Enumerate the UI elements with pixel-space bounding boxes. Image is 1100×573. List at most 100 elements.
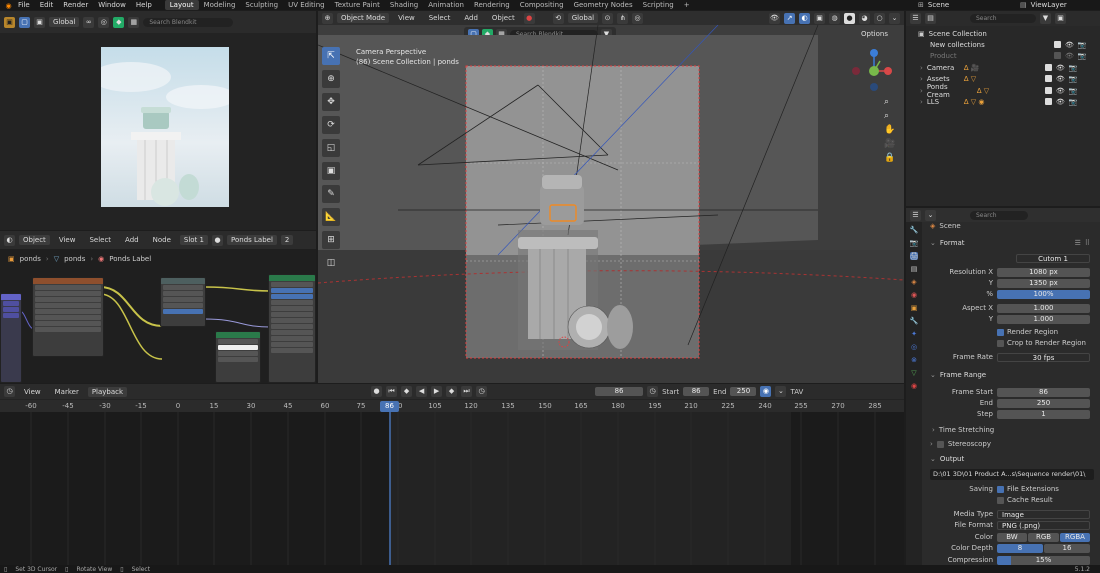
tab-modeling[interactable]: Modeling — [199, 0, 241, 10]
viewport-menu-view[interactable]: View — [393, 13, 420, 23]
tab-uv-editing[interactable]: UV Editing — [283, 0, 330, 10]
tab-texture-paint[interactable]: Texture Paint — [330, 0, 385, 10]
lock-icon[interactable]: 🔒 — [884, 153, 895, 163]
render-region-checkbox[interactable]: Render Region — [997, 328, 1058, 336]
checkbox-icon[interactable] — [1054, 52, 1061, 59]
node-image-texture[interactable] — [32, 277, 104, 357]
camera-icon[interactable]: 📷 — [1069, 64, 1078, 72]
keyframe-type-icon[interactable]: ⌄ — [775, 386, 787, 397]
jump-start-icon[interactable]: ⏮ — [386, 386, 398, 397]
timeline-editor-icon[interactable]: ◷ — [4, 386, 15, 397]
breadcrumb-material[interactable]: Ponds Label — [109, 255, 151, 263]
eye-icon[interactable]: 👁 — [1056, 87, 1065, 95]
frame-step-field[interactable]: 1 — [997, 410, 1090, 419]
color-bw-option[interactable]: BW — [997, 533, 1027, 542]
viewport-menu-object[interactable]: Object — [487, 13, 520, 23]
tab-sculpting[interactable]: Sculpting — [240, 0, 283, 10]
object-tab-icon[interactable]: ▣ — [911, 304, 918, 312]
transform-orientation-dropdown[interactable]: Global — [49, 17, 80, 27]
auto-key-icon[interactable]: ● — [371, 386, 383, 397]
format-preset-dropdown[interactable]: Cutom 1 — [1016, 254, 1090, 263]
checkbox-icon[interactable] — [936, 440, 944, 448]
viewport-menu-select[interactable]: Select — [424, 13, 456, 23]
asset-type-icon[interactable]: ▦ — [128, 16, 140, 28]
tool-tab-icon[interactable]: 🔧 — [910, 226, 919, 234]
properties-icon[interactable]: ☰ — [910, 209, 921, 221]
checkbox-icon[interactable] — [1044, 87, 1052, 94]
3d-viewport[interactable]: ⊕ Object Mode View Select Add Object ● ⟲… — [318, 11, 904, 383]
file-format-dropdown[interactable]: PNG (.png) — [997, 521, 1090, 530]
tab-animation[interactable]: Animation — [423, 0, 469, 10]
shading-options-icon[interactable]: ⌄ — [889, 12, 900, 24]
zoom-icon[interactable]: ⌕ — [884, 97, 895, 107]
chevron-right-icon[interactable]: › — [920, 87, 923, 95]
breadcrumb-object[interactable]: ponds — [20, 255, 41, 263]
node-mix-shader[interactable] — [215, 331, 261, 383]
object-mode-dropdown[interactable]: Object Mode — [337, 13, 390, 23]
crop-region-checkbox[interactable]: Crop to Render Region — [997, 339, 1086, 347]
eye-icon[interactable]: 👁 — [1065, 52, 1074, 60]
xray-icon[interactable]: ▣ — [814, 12, 825, 24]
node-menu-add[interactable]: Add — [120, 235, 144, 245]
playhead-marker[interactable]: 86 — [380, 401, 399, 412]
res-y-field[interactable]: 1350 px — [997, 279, 1090, 288]
breadcrumb-mesh[interactable]: ponds — [64, 255, 85, 263]
display-mode-icon[interactable]: ▤ — [925, 13, 936, 24]
outliner-scene-collection[interactable]: ▣ Scene Collection — [918, 28, 1098, 39]
tab-rendering[interactable]: Rendering — [469, 0, 515, 10]
material-sphere-icon[interactable]: ● — [212, 234, 223, 246]
move-tool-icon[interactable]: ✥ — [322, 93, 340, 111]
res-x-field[interactable]: 1080 px — [997, 268, 1090, 277]
eye-icon[interactable]: 👁 — [1056, 75, 1065, 83]
checkbox-icon[interactable] — [1044, 98, 1052, 105]
tab-shading[interactable]: Shading — [385, 0, 423, 10]
keying-set-label[interactable]: TAV — [790, 388, 803, 396]
outliner-row-new-collections[interactable]: New collections 👁 📷 — [930, 39, 1100, 50]
output-path-field[interactable]: D:\01 3D\01 Product A...s\Sequence rende… — [930, 469, 1094, 480]
node-menu-node[interactable]: Node — [148, 235, 176, 245]
material-name-field[interactable]: Ponds Label — [227, 235, 277, 245]
node-principled-bsdf[interactable] — [268, 274, 316, 383]
camera-view-icon[interactable]: 🎥 — [884, 139, 895, 149]
blendkit-search-input[interactable]: Search Blendkit — [143, 17, 234, 27]
pan-hand-icon[interactable]: ✋ — [884, 125, 895, 135]
select-mode-icon[interactable]: ▣ — [34, 16, 45, 28]
node-mapping[interactable] — [0, 293, 22, 383]
eye-icon[interactable]: 👁 — [1056, 98, 1065, 106]
material-tab-icon[interactable]: ◉ — [911, 382, 917, 390]
play-reverse-icon[interactable]: ◀ — [416, 386, 428, 397]
outliner-row-camera[interactable]: › Camera ∆ 🎥 👁 📷 — [920, 62, 1100, 73]
color-rgba-option[interactable]: RGBA — [1060, 533, 1090, 542]
world-tab-icon[interactable]: ◉ — [911, 291, 917, 299]
node-menu-select[interactable]: Select — [84, 235, 116, 245]
checkbox-icon[interactable] — [1044, 75, 1052, 82]
tab-layout[interactable]: Layout — [164, 0, 199, 10]
modifier-tab-icon[interactable]: 🔧 — [910, 317, 919, 325]
3d-viewport-icon[interactable]: ⊕ — [322, 12, 333, 24]
node-menu-view[interactable]: View — [54, 235, 81, 245]
time-stretching-header[interactable]: › Time Stretching — [932, 426, 994, 434]
blender-logo-icon[interactable]: ◉ — [4, 1, 13, 10]
preview-range-icon[interactable]: ◷ — [647, 386, 659, 397]
start-frame-field[interactable]: 86 — [683, 387, 710, 396]
output-panel-header[interactable]: ⌄ Output — [930, 455, 964, 463]
prev-key-icon[interactable]: ◆ — [401, 386, 413, 397]
camera-icon[interactable]: 📷 — [1069, 98, 1078, 106]
chevron-right-icon[interactable]: › — [920, 64, 923, 72]
pivot-point-icon[interactable]: ⊙ — [602, 12, 614, 24]
depth-8-option[interactable]: 8 — [997, 544, 1043, 553]
checkbox-icon[interactable] — [1054, 41, 1061, 48]
jump-end-icon[interactable]: ⏭ — [461, 386, 473, 397]
frame-end-field[interactable]: 250 — [997, 399, 1090, 408]
shading-solid-icon[interactable]: ● — [844, 12, 855, 24]
rotate-tool-icon[interactable]: ⟳ — [322, 116, 340, 134]
checkbox-icon[interactable] — [997, 485, 1004, 493]
editor-type-icon[interactable]: ▣ — [4, 16, 15, 28]
cursor-tool-icon[interactable]: ⊕ — [322, 70, 340, 88]
tab-geometry-nodes[interactable]: Geometry Nodes — [569, 0, 638, 10]
checkbox-icon[interactable] — [1044, 64, 1052, 71]
timeline-menu-view[interactable]: View — [19, 387, 46, 397]
constraints-tab-icon[interactable]: ⊗ — [911, 356, 917, 364]
output-tab-icon[interactable]: 🖨 — [909, 252, 919, 260]
eye-icon[interactable]: 👁 — [1065, 41, 1074, 49]
